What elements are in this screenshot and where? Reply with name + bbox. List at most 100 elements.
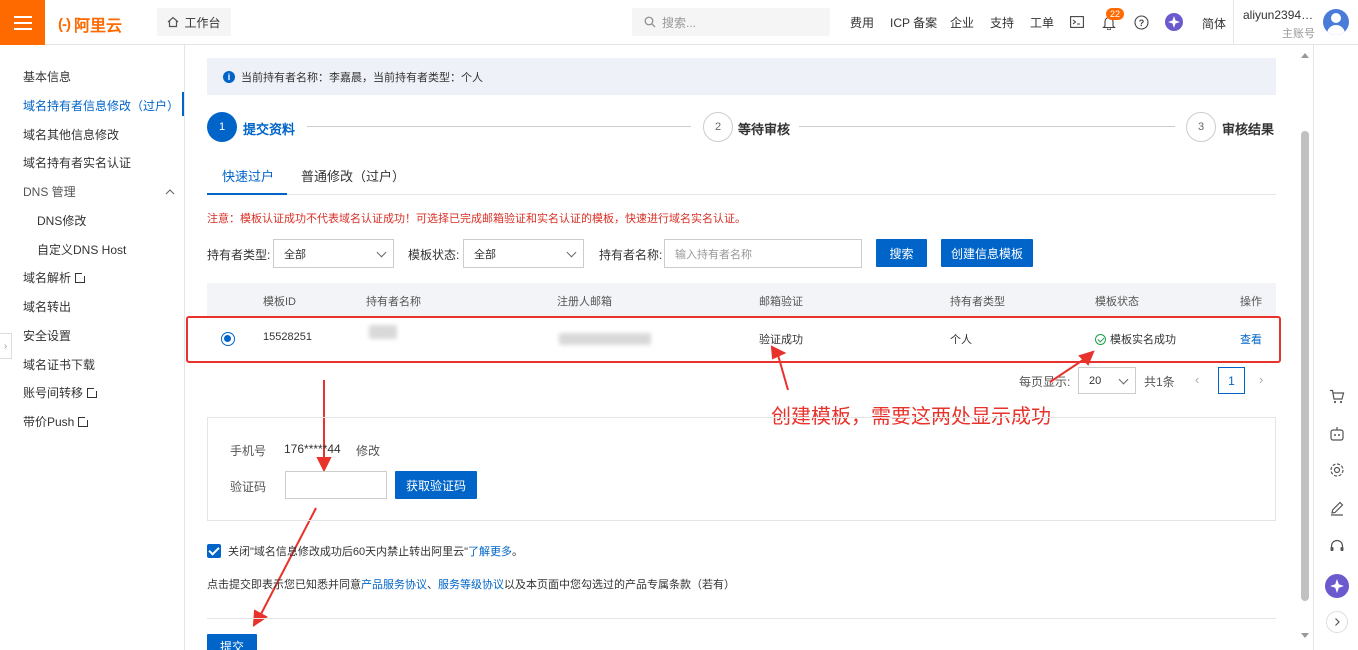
submit-button[interactable]: 提交: [207, 634, 257, 650]
ai-assistant-icon[interactable]: [1165, 13, 1183, 31]
col-email-verify: 邮箱验证: [759, 296, 803, 308]
col-email: 注册人邮箱: [557, 296, 612, 308]
menu-icon[interactable]: [0, 0, 45, 45]
nav-icp[interactable]: ICP 备案: [890, 14, 937, 31]
verification-code-input[interactable]: [285, 471, 387, 499]
aliyun-logo[interactable]: (-) 阿里云: [58, 12, 122, 36]
per-page-select[interactable]: 20: [1078, 367, 1136, 394]
right-toolbar: [1313, 45, 1358, 650]
tab-normal-modify[interactable]: 普通修改（过户）: [301, 166, 405, 185]
step-1-circle: 1: [207, 112, 237, 142]
edit-icon[interactable]: [1326, 497, 1348, 519]
step-2-circle: 2: [703, 112, 733, 142]
step-connector: [307, 126, 691, 127]
home-icon: [168, 16, 179, 28]
holder-type-value: 全部: [284, 248, 306, 261]
sidebar-item-label: 自定义DNS Host: [37, 243, 127, 257]
sidebar-item-label: 带价Push: [23, 415, 75, 429]
language-switch[interactable]: 简体: [1202, 15, 1226, 32]
chevron-down-icon: [1118, 374, 1129, 385]
tab-underline: [207, 193, 287, 195]
external-link-icon: [75, 270, 88, 283]
divider: [207, 618, 1276, 619]
search-icon: [644, 16, 656, 28]
modify-phone-link[interactable]: 修改: [356, 442, 380, 459]
sidebar-item-dns-group[interactable]: DNS 管理: [23, 183, 175, 200]
search-button[interactable]: 搜索: [876, 239, 927, 267]
chevron-up-icon: [165, 188, 175, 194]
step-connector: [799, 126, 1175, 127]
holder-notice: i 当前持有者名称：李嘉晨，当前持有者类型：个人: [207, 58, 1276, 95]
cart-icon[interactable]: [1326, 385, 1348, 407]
sidebar-item-dns-resolve[interactable]: 域名解析: [23, 269, 88, 286]
help-icon[interactable]: ?: [1132, 13, 1150, 31]
sidebar-item-label: 域名解析: [23, 271, 72, 285]
sidebar-item-dns-modify[interactable]: DNS修改: [37, 212, 86, 229]
step-2-label: 等待审核: [738, 122, 791, 137]
account-menu[interactable]: aliyun23947... 主账号: [1243, 8, 1315, 41]
expand-chevron-icon[interactable]: [1326, 611, 1348, 633]
warning-text: 注意：模板认证成功不代表域名认证成功！可选择已完成邮箱验证和实名认证的模板，快速…: [207, 213, 746, 225]
table-header: 模板ID 持有者名称 注册人邮箱 邮箱验证 持有者类型 模板状态 操作: [207, 283, 1276, 316]
next-page-icon[interactable]: ›: [1259, 372, 1263, 387]
pagination: 每页显示: 20 共1条 ‹ 1 ›: [0, 367, 1358, 395]
create-template-button[interactable]: 创建信息模板: [941, 239, 1033, 267]
tab-quick-transfer[interactable]: 快速过户: [222, 166, 274, 185]
agreement-checkbox[interactable]: [207, 544, 221, 558]
sidebar-item-label: 域名持有者信息修改（过户）: [23, 99, 180, 113]
notification-badge: 22: [1106, 8, 1125, 20]
search-input[interactable]: 搜索...: [632, 8, 830, 36]
workbench-button[interactable]: 工作台: [157, 8, 231, 36]
terms-text: 点击提交即表示您已知悉并同意产品服务协议、服务等级协议以及本页面中您勾选过的产品…: [207, 576, 735, 592]
sidebar-item-dns-host[interactable]: 自定义DNS Host: [37, 241, 126, 258]
step-3-label: 审核结果: [1222, 122, 1275, 137]
sidebar-item-holder-transfer[interactable]: 域名持有者信息修改（过户）: [23, 97, 179, 114]
col-action: 操作: [1240, 296, 1262, 308]
sidebar-item-security[interactable]: 安全设置: [23, 327, 71, 344]
per-page-label: 每页显示:: [1019, 375, 1071, 389]
sla-link[interactable]: 服务等级协议: [438, 579, 504, 591]
page-button[interactable]: 1: [1218, 367, 1245, 394]
learn-more-link[interactable]: 了解更多: [468, 543, 512, 559]
active-indicator: [182, 92, 184, 116]
settings-icon[interactable]: [1326, 459, 1348, 481]
sidebar-item-price-push[interactable]: 带价Push: [23, 413, 91, 430]
holder-type-label: 持有者类型:: [207, 248, 271, 262]
service-agreement-link[interactable]: 产品服务协议: [361, 579, 427, 591]
code-label: 验证码: [230, 480, 267, 494]
prev-page-icon[interactable]: ‹: [1195, 372, 1199, 387]
sidebar-collapse-toggle[interactable]: ›: [0, 333, 12, 359]
scroll-thumb[interactable]: [1301, 131, 1309, 601]
template-status-select[interactable]: 全部: [463, 239, 584, 268]
svg-text:?: ?: [1138, 18, 1144, 28]
terminal-icon[interactable]: [1068, 13, 1086, 31]
chevron-down-icon: [566, 247, 577, 258]
external-link-icon: [78, 414, 91, 427]
headset-icon[interactable]: [1326, 535, 1348, 557]
holder-type-select[interactable]: 全部: [273, 239, 394, 268]
scroll-down-icon[interactable]: [1301, 633, 1309, 638]
sidebar-item-realname[interactable]: 域名持有者实名认证: [23, 154, 131, 171]
scrollbar[interactable]: [1297, 45, 1313, 650]
logo-mark: (-): [58, 15, 71, 33]
sidebar-item-transfer-out[interactable]: 域名转出: [23, 298, 71, 315]
terms-prefix: 点击提交即表示您已知悉并同意: [207, 579, 361, 591]
nav-enterprise[interactable]: 企业: [950, 14, 974, 31]
holder-name-input[interactable]: 输入持有者名称: [664, 239, 862, 268]
nav-support[interactable]: 支持: [990, 14, 1014, 31]
sidebar-item-basic-info[interactable]: 基本信息: [23, 68, 71, 85]
account-role: 主账号: [1282, 28, 1315, 40]
get-code-button[interactable]: 获取验证码: [395, 471, 477, 499]
terms-suffix: 以及本页面中您勾选过的产品专属条款（若有）: [504, 579, 735, 591]
phone-value: 176*****44: [284, 442, 341, 456]
step-3-circle: 3: [1186, 112, 1216, 142]
sidebar-item-other-info[interactable]: 域名其他信息修改: [23, 126, 119, 143]
scroll-up-icon[interactable]: [1301, 53, 1309, 58]
robot-icon[interactable]: [1326, 423, 1348, 445]
nav-billing[interactable]: 费用: [850, 14, 874, 31]
holder-name-placeholder: 输入持有者名称: [675, 248, 752, 261]
agreement-dot: 。: [512, 546, 524, 558]
nav-ticket[interactable]: 工单: [1030, 14, 1054, 31]
ai-sparkle-icon[interactable]: [1325, 574, 1349, 598]
avatar[interactable]: [1323, 9, 1349, 35]
